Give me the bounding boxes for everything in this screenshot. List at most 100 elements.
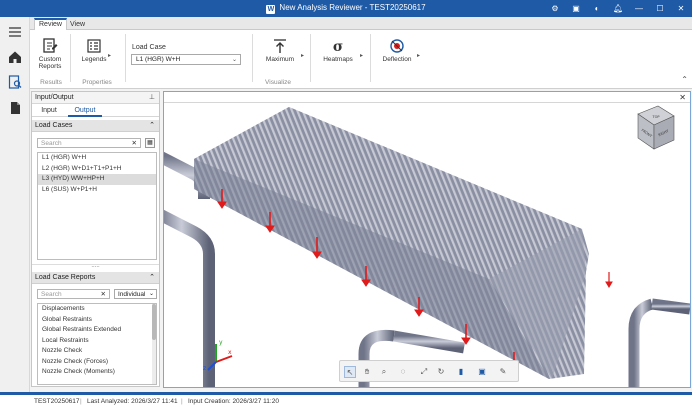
viewport-header: ✕ — [164, 92, 690, 103]
home-icon[interactable] — [8, 50, 22, 64]
clear-search-icon[interactable]: ✕ — [132, 139, 137, 148]
chevron-up-icon[interactable]: ⌃ — [149, 120, 155, 132]
io-tabs: Input Output — [32, 105, 159, 117]
hamburger-menu-icon[interactable] — [8, 25, 22, 39]
document-icon[interactable] — [8, 101, 22, 115]
maximum-label: Maximum — [265, 56, 295, 63]
load-case-value: L1 (HGR) W+H — [136, 56, 181, 63]
load-case-select[interactable]: L1 (HGR) W+H ⌄ — [131, 54, 241, 65]
deflection-button[interactable]: Deflection — [377, 38, 417, 63]
list-item[interactable]: L1 (HGR) W+H — [38, 153, 156, 164]
load-case-reports-title: Load Case Reports — [35, 274, 96, 281]
ribbon-tabs: Review View — [30, 17, 692, 31]
panel-splitter[interactable]: ..... — [32, 263, 159, 269]
list-item[interactable]: L2 (HGR) W+D1+T1+P1+H — [38, 164, 156, 175]
ribbon-separator — [310, 34, 311, 82]
theme-drop-icon[interactable]: ◐ — [592, 3, 602, 14]
nav-rail — [0, 17, 30, 392]
close-viewport-icon[interactable]: ✕ — [679, 92, 686, 103]
heatmaps-icon: σ — [333, 39, 343, 54]
chevron-up-icon[interactable]: ⌃ — [149, 272, 155, 284]
group-label-properties: Properties — [82, 79, 112, 86]
chevron-down-icon: ⌄ — [148, 291, 154, 297]
list-item[interactable]: Global Restraints — [38, 315, 156, 326]
heatmaps-button[interactable]: σ Heatmaps — [318, 38, 358, 63]
ribbon-separator — [70, 34, 71, 82]
custom-reports-button[interactable]: Custom Reports — [34, 38, 66, 70]
collapse-ribbon-chevron-up-icon[interactable]: ⌃ — [681, 75, 688, 84]
chevron-down-icon: ⌄ — [231, 57, 237, 63]
maximum-button[interactable]: Maximum — [260, 38, 300, 63]
display-icon[interactable]: ▣ — [571, 3, 581, 14]
deflection-expand-caret-icon[interactable]: ▸ — [417, 52, 420, 59]
view-cube-top-label[interactable]: TOP — [651, 115, 659, 119]
list-item[interactable]: Global Restraints Extended — [38, 325, 156, 336]
tab-input[interactable]: Input — [36, 105, 62, 117]
grid-view-icon[interactable]: ▦ — [145, 138, 155, 148]
ribbon: Custom Reports Results Legends ▸ Propert… — [30, 30, 692, 89]
pin-icon[interactable]: ⊥ — [149, 92, 155, 104]
clear-search-icon[interactable]: ✕ — [101, 290, 106, 299]
list-item[interactable]: Nozzle Check (Moments) — [38, 367, 156, 378]
reports-search-input[interactable]: Search ✕ — [37, 289, 110, 299]
custom-reports-icon — [43, 38, 58, 53]
status-input-creation: Input Creation: 2026/3/27 11:20 — [188, 398, 279, 405]
load-case-reports-header[interactable]: Load Case Reports ⌃ — [32, 272, 159, 284]
scrollbar-thumb[interactable] — [152, 304, 156, 340]
settings-gear-icon[interactable]: ⚙ — [550, 3, 560, 14]
zoom-icon[interactable]: ⌕ — [378, 366, 390, 378]
legends-icon — [87, 39, 101, 53]
heatmaps-expand-caret-icon[interactable]: ▸ — [360, 52, 363, 59]
title-bar: W New Analysis Reviewer - TEST20250617 ⚙ … — [0, 0, 692, 17]
minimize-button[interactable]: — — [634, 3, 644, 14]
load-cases-header[interactable]: Load Cases ⌃ — [32, 120, 159, 132]
panel-title: Input/Output — [35, 94, 74, 101]
cylinder-view-icon[interactable]: ▮ — [455, 366, 467, 378]
list-item[interactable]: L3 (HYD) WW+HP+H — [38, 174, 156, 185]
window-title: New Analysis Reviewer - TEST20250617 — [279, 3, 426, 12]
close-button[interactable]: ✕ — [676, 3, 686, 14]
list-item[interactable]: Nozzle Check — [38, 346, 156, 357]
list-item[interactable]: Local Restraints — [38, 336, 156, 347]
load-cases-search-input[interactable]: Search ✕ — [37, 138, 141, 148]
custom-reports-label-2: Reports — [38, 63, 62, 70]
select-pointer-icon[interactable]: ↖ — [344, 366, 356, 378]
status-separator: | — [80, 398, 82, 405]
tab-output[interactable]: Output — [68, 105, 102, 117]
panel-header: Input/Output ⊥ — [32, 92, 159, 104]
maximum-expand-caret-icon[interactable]: ▸ — [301, 52, 304, 59]
pan-hand-icon[interactable]: ✋︎ — [361, 366, 373, 378]
list-item[interactable]: L6 (SUS) W+P1+H — [38, 185, 156, 196]
reports-mode-value: Individual — [118, 291, 146, 298]
measure-icon[interactable]: ✎ — [497, 366, 509, 378]
tab-view[interactable]: View — [66, 19, 89, 30]
list-item[interactable]: Displacements — [38, 304, 156, 315]
axis-y-label: y — [219, 339, 223, 346]
maximize-button[interactable]: ☐ — [655, 3, 665, 14]
load-case-label: Load Case — [132, 44, 166, 51]
lasso-icon[interactable]: ◌ — [397, 366, 409, 378]
reports-scrollbar[interactable] — [152, 304, 156, 384]
deflection-icon — [390, 39, 404, 53]
legends-button[interactable]: Legends — [76, 38, 112, 63]
reports-mode-select[interactable]: Individual ⌄ — [114, 289, 157, 299]
view-toolbar: ↖ ✋︎ ⌕ ◌ ⤢ ↻ ▮ ▣ ✎ — [339, 360, 519, 382]
model-viewport[interactable]: ✕ x y z TOP FRONT RIGHT ↖ ✋︎ ⌕ ◌ ⤢ ↻ ▮ ▣… — [163, 91, 691, 388]
list-item[interactable]: Nozzle Check (Forces) — [38, 357, 156, 368]
legends-expand-caret-icon[interactable]: ▸ — [108, 52, 111, 59]
render-mode-icon[interactable]: ▣ — [476, 366, 488, 378]
piping-model-3d-view[interactable]: x y z TOP FRONT RIGHT — [164, 104, 690, 388]
app-logo-icon: W — [266, 5, 276, 14]
ribbon-separator — [370, 34, 371, 82]
heatmaps-label: Heatmaps — [323, 56, 353, 63]
reports-list: Displacements Global Restraints Global R… — [37, 303, 157, 385]
group-label-results: Results — [40, 79, 62, 86]
rotate-icon[interactable]: ↻ — [435, 366, 447, 378]
status-last-analyzed: Last Analyzed: 2026/3/27 11:41 — [87, 398, 178, 405]
axis-z-label: z — [203, 365, 206, 372]
zoom-extents-icon[interactable]: ⤢ — [418, 366, 430, 378]
deflection-label: Deflection — [382, 56, 412, 63]
notifications-bell-icon[interactable]: 🔔︎ — [613, 3, 623, 14]
input-output-panel: Input/Output ⊥ Input Output Load Cases ⌃… — [31, 91, 160, 387]
reviewer-icon[interactable] — [8, 75, 22, 89]
